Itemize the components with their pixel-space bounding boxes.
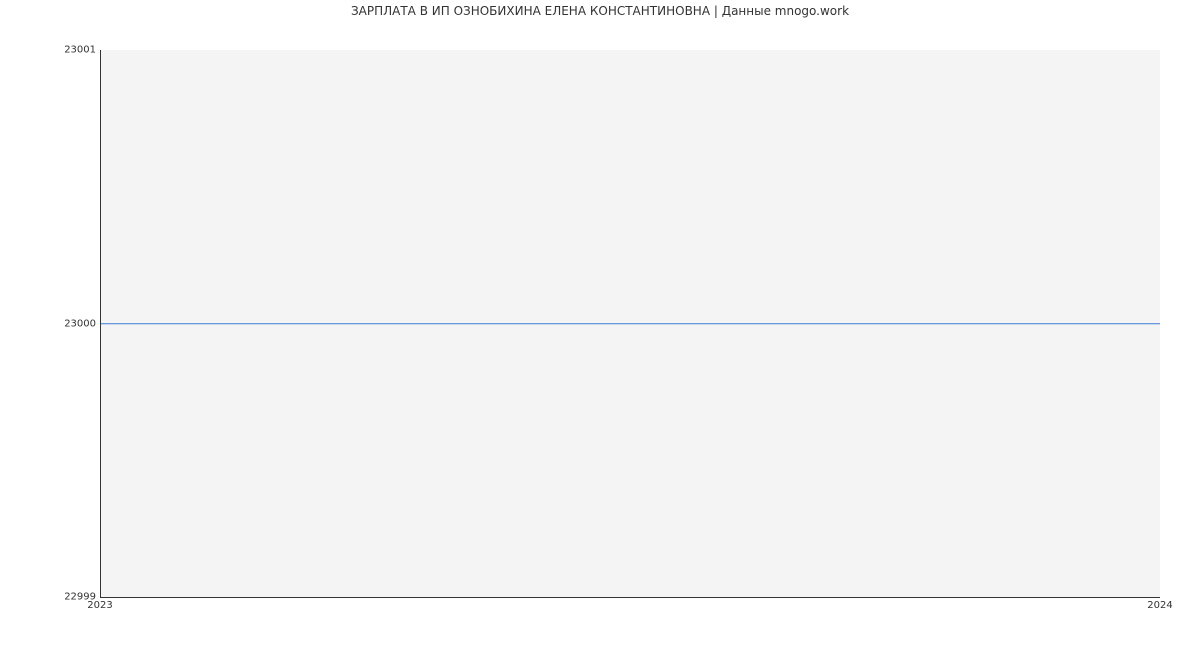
- y-tick-label: 23000: [64, 318, 96, 329]
- x-tick-label: 2024: [1147, 600, 1172, 611]
- chart-title: ЗАРПЛАТА В ИП ОЗНОБИХИНА ЕЛЕНА КОНСТАНТИ…: [0, 4, 1200, 18]
- y-tick-label: 23001: [64, 45, 96, 56]
- chart-container: ЗАРПЛАТА В ИП ОЗНОБИХИНА ЕЛЕНА КОНСТАНТИ…: [0, 0, 1200, 650]
- x-axis: [100, 597, 1160, 598]
- data-line: [100, 323, 1160, 324]
- y-axis: [100, 50, 101, 597]
- x-tick-label: 2023: [87, 600, 112, 611]
